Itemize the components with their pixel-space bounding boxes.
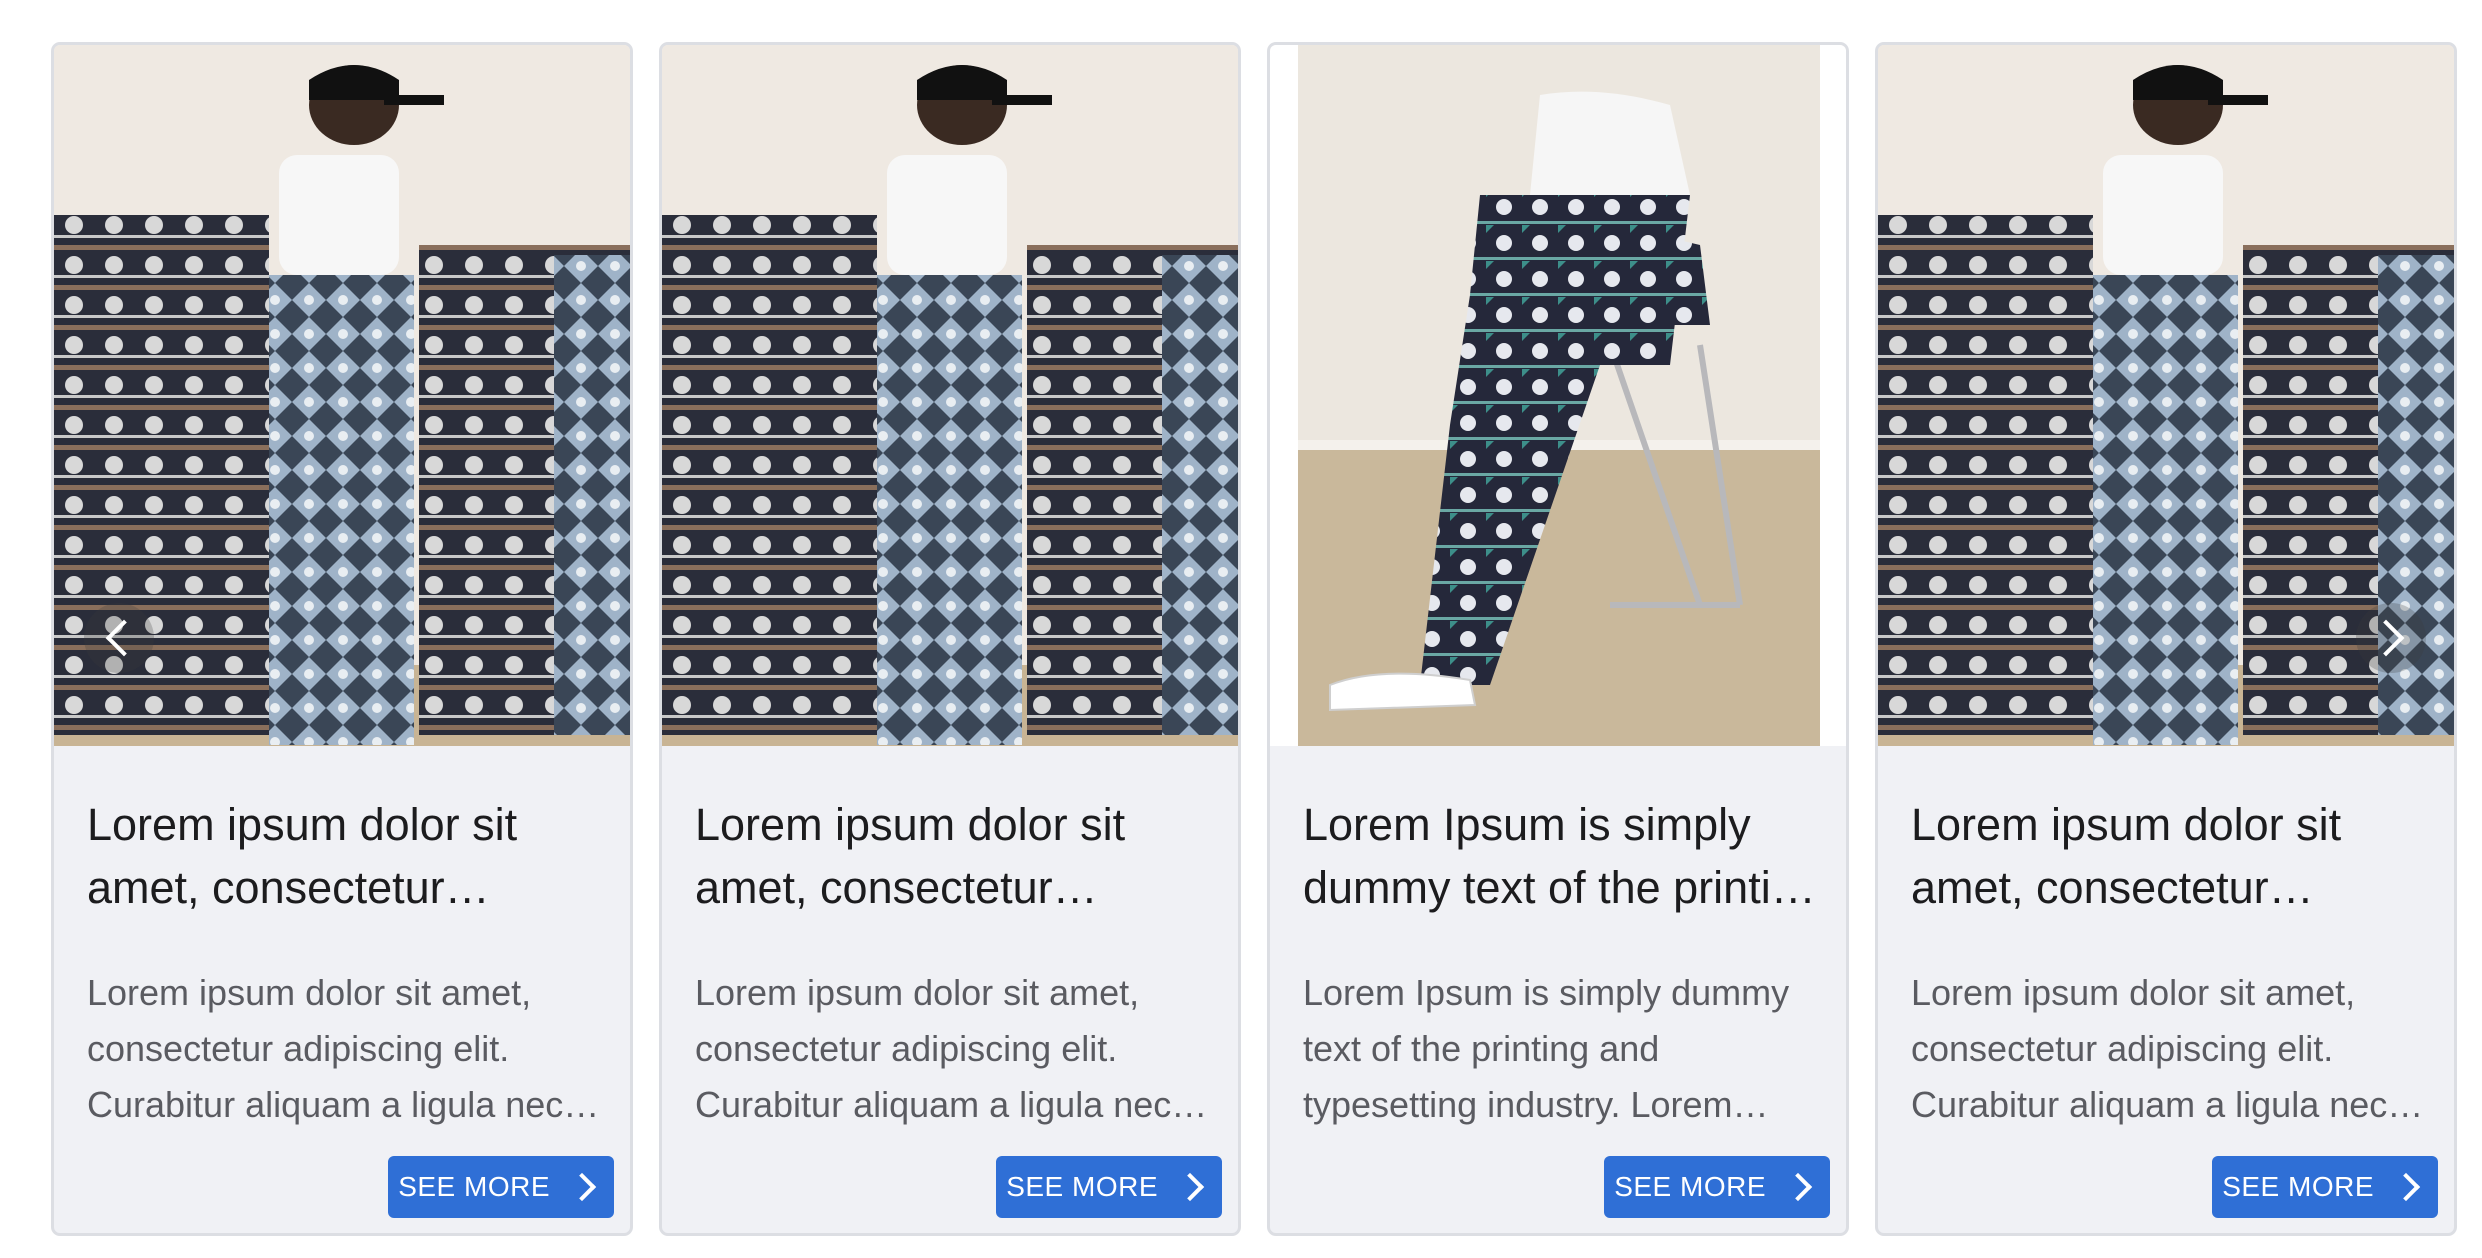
see-more-label: SEE MORE [1006, 1171, 1158, 1202]
chevron-right-icon [2391, 1172, 2421, 1202]
chevron-right-icon [2367, 619, 2405, 657]
card-title: Lorem Ipsum is simply dummy text of the … [1303, 799, 1821, 913]
see-more-label: SEE MORE [1614, 1171, 1766, 1202]
card-description: Lorem Ipsum is simply dummy text of the … [1303, 972, 1790, 1125]
chevron-right-icon [567, 1172, 597, 1202]
carousel-prev-button[interactable] [84, 603, 154, 673]
chevron-right-icon [1175, 1172, 1205, 1202]
see-more-label: SEE MORE [2222, 1171, 2374, 1202]
card-title: Lorem ipsum dolor sit amet, consectetur … [695, 799, 1126, 913]
chevron-left-icon [105, 619, 143, 657]
carousel-next-button[interactable] [2356, 603, 2426, 673]
see-more-button[interactable]: SEE MORE [2212, 1156, 2438, 1218]
see-more-button[interactable]: SEE MORE [1604, 1156, 1830, 1218]
card-description: Lorem ipsum dolor sit amet, consectetur … [1911, 972, 2388, 1125]
see-more-button[interactable]: SEE MORE [388, 1156, 614, 1218]
card-description: Lorem ipsum dolor sit amet, consectetur … [87, 972, 564, 1125]
product-card: Lorem ipsum dolor sit amet, consectetur … [659, 42, 1241, 1236]
see-more-label: SEE MORE [398, 1171, 550, 1202]
product-image [662, 45, 1238, 746]
product-card: Lorem Ipsum is simply dummy text of the … [1267, 42, 1849, 1236]
card-description: Lorem ipsum dolor sit amet, consectetur … [695, 972, 1172, 1125]
product-carousel: Lorem ipsum dolor sit amet, consectetur … [0, 0, 2482, 1258]
see-more-button[interactable]: SEE MORE [996, 1156, 1222, 1218]
card-title: Lorem ipsum dolor sit amet, consectetur … [1911, 799, 2342, 913]
chevron-right-icon [1783, 1172, 1813, 1202]
product-image [1270, 45, 1846, 746]
card-title: Lorem ipsum dolor sit amet, consectetur … [87, 799, 518, 913]
